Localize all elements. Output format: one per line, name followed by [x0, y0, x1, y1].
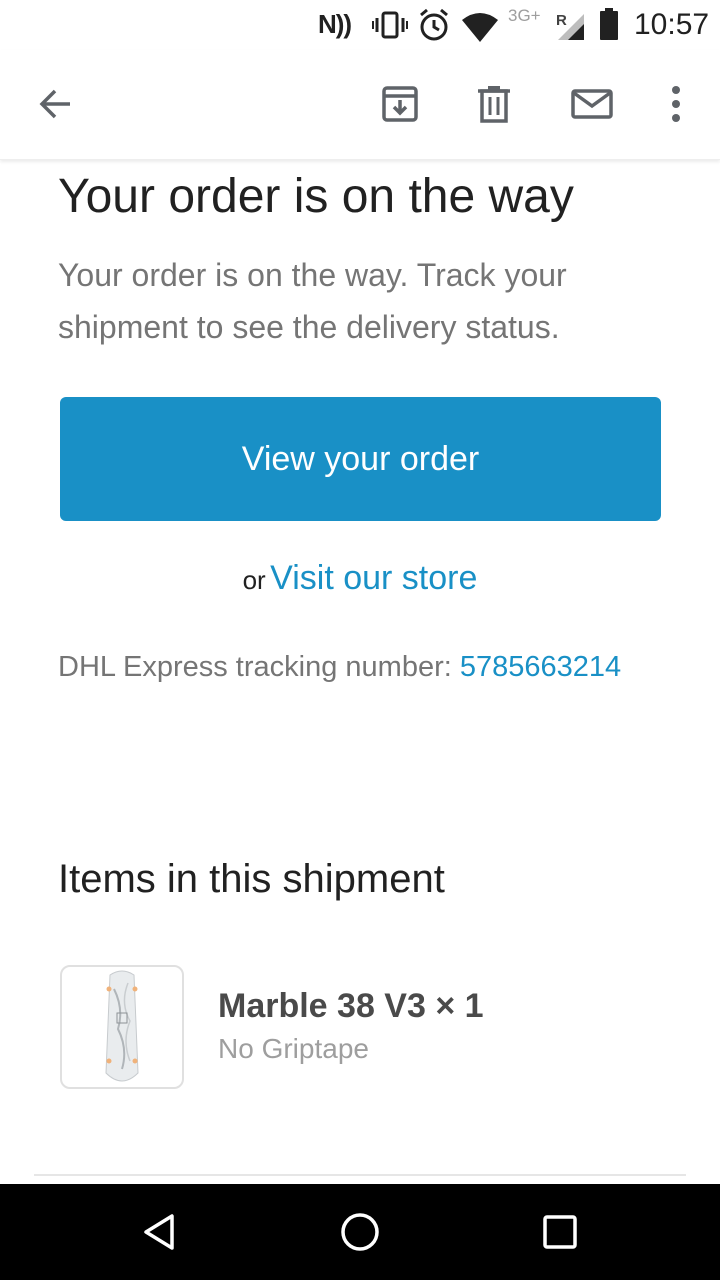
- items-heading: Items in this shipment: [58, 857, 445, 901]
- archive-icon: [382, 86, 418, 122]
- mark-unread-button[interactable]: [556, 68, 628, 140]
- product-thumbnail[interactable]: [60, 965, 184, 1089]
- store-link-row: or Visit our store: [0, 559, 720, 598]
- archive-button[interactable]: [364, 68, 436, 140]
- section-divider: [34, 1174, 686, 1176]
- delete-button[interactable]: [458, 68, 530, 140]
- tracking-info: DHL Express tracking number: 5785663214: [58, 651, 621, 684]
- clock-time: 10:57: [634, 8, 710, 41]
- arrow-left-icon: [39, 89, 70, 119]
- back-triangle-icon: [144, 1214, 174, 1250]
- trash-icon: [478, 86, 510, 123]
- back-button[interactable]: [20, 68, 92, 140]
- email-title: Your order is on the way: [58, 170, 574, 223]
- tracking-number-link[interactable]: 5785663214: [460, 651, 621, 683]
- email-body: Your order is on the way Your order is o…: [0, 161, 720, 1184]
- more-vert-icon: [672, 86, 680, 122]
- signal-icon: [558, 14, 584, 40]
- email-subtitle: Your order is on the way. Track your shi…: [58, 257, 567, 345]
- email-toolbar: [0, 50, 720, 160]
- wifi-icon: [462, 13, 498, 42]
- more-options-button[interactable]: [640, 68, 712, 140]
- visit-store-link[interactable]: Visit our store: [270, 559, 477, 597]
- skateboard-image: [105, 970, 139, 1082]
- nfc-icon: N)): [318, 9, 352, 39]
- envelope-icon: [571, 89, 613, 119]
- status-bar: N)) 3G+ R 10:57: [0, 0, 720, 50]
- tracking-label: DHL Express tracking number:: [58, 651, 452, 683]
- nav-home-button[interactable]: [324, 1196, 396, 1268]
- nav-back-button[interactable]: [124, 1196, 196, 1268]
- home-circle-icon: [341, 1213, 379, 1251]
- view-order-button[interactable]: View your order: [60, 397, 661, 521]
- vibrate-icon: [372, 11, 408, 39]
- alarm-icon: [420, 8, 448, 41]
- item-variant: No Griptape: [218, 1033, 369, 1064]
- system-nav-bar: [0, 1184, 720, 1280]
- or-label: or: [242, 565, 266, 595]
- battery-icon: [600, 8, 618, 40]
- network-type-label: 3G+: [508, 6, 541, 25]
- nav-recents-button[interactable]: [524, 1196, 596, 1268]
- recents-square-icon: [543, 1215, 577, 1249]
- item-name: Marble 38 V3 × 1: [218, 987, 484, 1025]
